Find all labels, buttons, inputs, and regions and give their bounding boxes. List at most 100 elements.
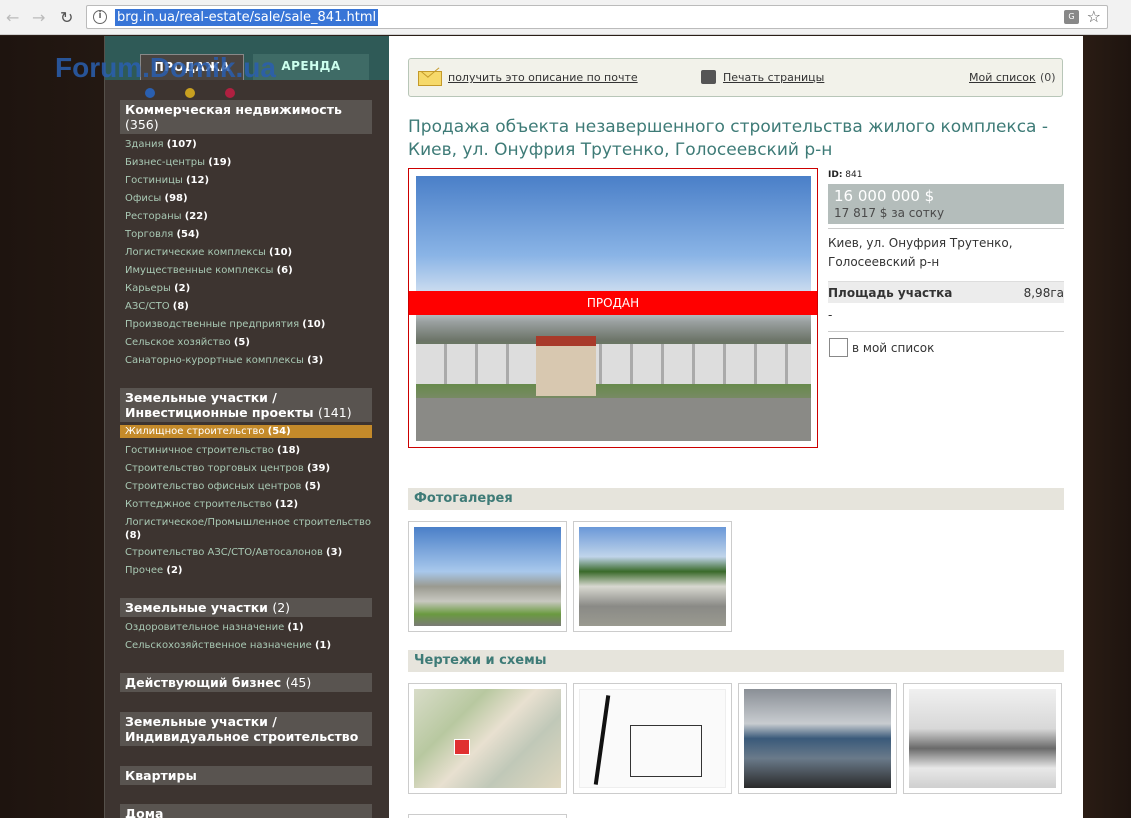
item-label: Логистическое/Промышленное строительство (125, 517, 371, 528)
area-label: Площадь участка (828, 286, 953, 300)
gallery-heading: Фотогалерея (408, 488, 1064, 510)
category-title-line1: Земельные участки / (125, 714, 277, 729)
photo-gate (536, 336, 596, 396)
category-title-line1: Земельные участки / (125, 390, 277, 405)
item-count: (12) (275, 499, 299, 510)
decor-dot-blue (145, 88, 155, 98)
gallery-thumbnail[interactable] (573, 521, 732, 632)
translate-icon[interactable]: G (1064, 10, 1079, 24)
category-title: Дома (125, 806, 164, 818)
category-count: (45) (285, 675, 312, 690)
category-business[interactable]: Действующий бизнес (45) (120, 673, 372, 692)
sidebar-item-station-construction[interactable]: Строительство АЗС/СТО/Автосалонов (3) (125, 546, 375, 559)
drawing-thumbnail[interactable] (573, 683, 732, 794)
sidebar-item-farmland[interactable]: Сельскохозяйственное назначение (1) (125, 639, 375, 652)
info-icon[interactable]: i (93, 10, 107, 24)
item-label: Санаторно-курортные комплексы (125, 355, 304, 366)
render-image (744, 689, 891, 788)
sidebar-item-other[interactable]: Прочее (2) (125, 564, 375, 577)
sidebar-item-industrial-construction[interactable]: Логистическое/Промышленное строительство… (125, 516, 375, 542)
sidebar-item-business-centers[interactable]: Бизнес-центры (19) (125, 156, 375, 169)
drawing-thumbnail[interactable] (738, 683, 897, 794)
forward-arrow-icon[interactable]: → (32, 8, 45, 27)
category-houses[interactable]: Дома (120, 804, 372, 818)
category-land[interactable]: Земельные участки (2) (120, 598, 372, 617)
item-count: (2) (166, 565, 183, 576)
drawing-thumbnail[interactable] (408, 683, 567, 794)
category-commercial[interactable]: Коммерческая недвижимость (356) (120, 100, 372, 134)
sidebar-item-quarries[interactable]: Карьеры (2) (125, 282, 375, 295)
item-count: (54) (267, 426, 291, 437)
item-label: Рестораны (125, 211, 182, 222)
price-per-unit: 17 817 $ за сотку (834, 206, 945, 220)
sidebar-item-gas-stations[interactable]: АЗС/СТО (8) (125, 300, 375, 313)
back-arrow-icon[interactable]: ← (6, 8, 19, 27)
item-label: Сельскохозяйственное назначение (125, 640, 312, 651)
area-value: 8,98га (1023, 286, 1064, 300)
gallery-thumbnail[interactable] (408, 521, 567, 632)
sidebar-item-retail[interactable]: Торговля (54) (125, 228, 375, 241)
item-count: (54) (176, 229, 200, 240)
url-text[interactable]: brg.in.ua/real-estate/sale/sale_841.html (115, 9, 379, 26)
item-label: Сельское хозяйство (125, 337, 231, 348)
category-sidebar: ПРОДАЖА АРЕНДА Forum.Domik.ua Коммерческ… (55, 36, 390, 818)
sidebar-item-sanatoriums[interactable]: Санаторно-курортные комплексы (3) (125, 354, 375, 367)
item-count: (8) (125, 530, 142, 541)
item-label: Строительство торговых центров (125, 463, 304, 474)
sidebar-item-mall-construction[interactable]: Строительство торговых центров (39) (125, 462, 375, 475)
sidebar-item-buildings[interactable]: Здания (107) (125, 138, 375, 151)
add-to-list-label[interactable]: в мой список (852, 341, 934, 355)
plan-image (579, 689, 726, 788)
sidebar-item-logistics[interactable]: Логистические комплексы (10) (125, 246, 375, 259)
category-count: (141) (317, 405, 352, 420)
address-bar[interactable]: i brg.in.ua/real-estate/sale/sale_841.ht… (86, 5, 1108, 29)
sidebar-item-hotels[interactable]: Гостиницы (12) (125, 174, 375, 187)
reload-icon[interactable]: ↻ (60, 8, 73, 27)
category-count: (2) (272, 600, 291, 615)
sidebar-item-factories[interactable]: Производственные предприятия (10) (125, 318, 375, 331)
print-page-link[interactable]: Печать страницы (723, 71, 824, 84)
printer-icon[interactable] (701, 70, 716, 84)
item-count: (98) (164, 193, 188, 204)
gallery-thumbnail[interactable] (408, 814, 567, 818)
sidebar-item-office-construction[interactable]: Строительство офисных центров (5) (125, 480, 375, 493)
item-count: (19) (208, 157, 232, 168)
price-box: 16 000 000 $ 17 817 $ за сотку (828, 184, 1064, 224)
main-photo[interactable]: ПРОДАН (408, 168, 818, 448)
photo-road (416, 398, 811, 441)
sidebar-item-agriculture[interactable]: Сельское хозяйство (5) (125, 336, 375, 349)
photo-fence (416, 344, 811, 384)
item-label: Гостиницы (125, 175, 183, 186)
listing-title: Продажа объекта незавершенного строитель… (408, 117, 1049, 160)
sidebar-item-cottage-construction[interactable]: Коттеджное строительство (12) (125, 498, 375, 511)
add-to-list-checkbox[interactable] (829, 338, 848, 357)
email-description-link[interactable]: получить это описание по почте (448, 71, 638, 84)
sidebar-item-health[interactable]: Оздоровительное назначение (1) (125, 621, 375, 634)
item-label: Прочее (125, 565, 164, 576)
bookmark-star-icon[interactable]: ☆ (1087, 7, 1101, 26)
thumbnail-image (579, 527, 726, 626)
item-count: (22) (184, 211, 208, 222)
item-count: (3) (307, 355, 324, 366)
item-label: Производственные предприятия (125, 319, 300, 330)
item-label: Строительство офисных центров (125, 481, 302, 492)
category-apartments[interactable]: Квартиры (120, 766, 372, 785)
category-title-line2: Индивидуальное строительство (125, 729, 359, 744)
sidebar-item-restaurants[interactable]: Рестораны (22) (125, 210, 375, 223)
sidebar-item-residential[interactable]: Жилищное строительство (54) (120, 425, 372, 438)
category-count: (356) (125, 117, 159, 132)
item-count: (5) (304, 481, 321, 492)
id-label: ID: (828, 170, 843, 180)
category-title: Действующий бизнес (125, 675, 282, 690)
sidebar-item-hotel-construction[interactable]: Гостиничное строительство (18) (125, 444, 375, 457)
item-count: (107) (166, 139, 197, 150)
drawing-thumbnail[interactable] (903, 683, 1062, 794)
category-land-investment[interactable]: Земельные участки / Инвестиционные проек… (120, 388, 372, 422)
envelope-icon[interactable] (418, 71, 442, 86)
category-land-individual[interactable]: Земельные участки / Индивидуальное строи… (120, 712, 372, 746)
item-label: Логистические комплексы (125, 247, 266, 258)
my-list-link[interactable]: Мой список (969, 71, 1036, 84)
sidebar-item-property-complexes[interactable]: Имущественные комплексы (6) (125, 264, 375, 277)
category-title: Квартиры (125, 768, 197, 783)
sidebar-item-offices[interactable]: Офисы (98) (125, 192, 375, 205)
